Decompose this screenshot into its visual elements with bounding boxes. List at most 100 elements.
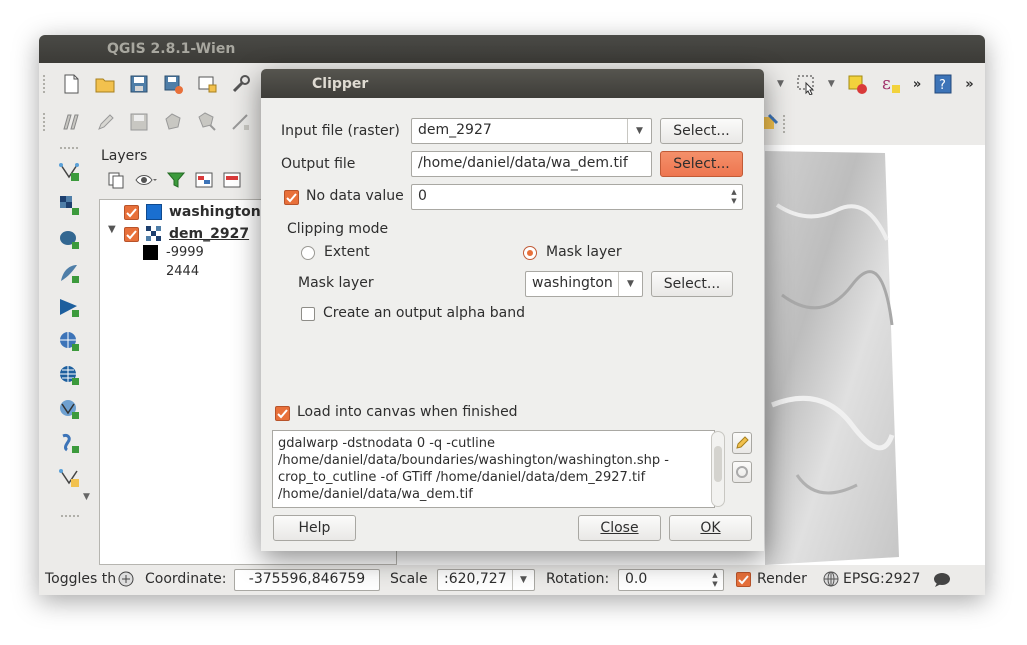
expand-arrow-icon[interactable]: ▼: [108, 224, 116, 235]
add-raster-layer-icon[interactable]: [57, 193, 81, 217]
add-spatialite-layer-icon[interactable]: [57, 261, 81, 285]
reset-command-button[interactable]: [732, 461, 752, 483]
add-vector-layer-icon[interactable]: [57, 159, 81, 183]
dropdown-arrow-icon[interactable]: ▼: [512, 570, 534, 590]
add-delimited-text-icon[interactable]: [57, 431, 81, 455]
legend-label: 2444: [166, 264, 200, 279]
save-project-icon[interactable]: [127, 72, 151, 96]
legend-color-swatch: [143, 245, 158, 260]
scale-label: Scale: [390, 571, 428, 587]
messages-icon[interactable]: [933, 572, 951, 588]
expression-select-icon[interactable]: ε: [879, 72, 903, 96]
scrollbar-thumb[interactable]: [714, 446, 722, 482]
dropdown-arrow-icon[interactable]: ▼: [83, 492, 90, 502]
output-file-field[interactable]: /home/daniel/data/wa_dem.tif: [411, 151, 652, 177]
mask-layer-combo[interactable]: washington ▼: [525, 271, 643, 297]
input-file-combo[interactable]: dem_2927 ▼: [411, 118, 652, 144]
composer-manager-icon[interactable]: [229, 72, 253, 96]
move-feature-icon[interactable]: [195, 110, 219, 134]
render-label: Render: [757, 571, 807, 587]
close-button[interactable]: Close: [578, 515, 661, 541]
manage-layers-toolbar: [47, 147, 91, 489]
mask-layer-radio-label: Mask layer: [546, 244, 622, 260]
digitizing-toolbar: [43, 109, 253, 135]
mask-select-button[interactable]: Select...: [651, 271, 733, 297]
open-layer-styling-icon[interactable]: [107, 171, 125, 189]
render-checkbox[interactable]: [736, 572, 751, 587]
add-feature-icon[interactable]: [161, 110, 185, 134]
digitize-icon[interactable]: [59, 110, 83, 134]
add-virtual-layer-icon[interactable]: [57, 465, 81, 489]
new-project-icon[interactable]: [59, 72, 83, 96]
layer-visibility-checkbox[interactable]: [124, 204, 139, 220]
nodata-label: No data value: [306, 188, 404, 204]
legend-item: -9999: [143, 245, 204, 260]
toolbar-overflow[interactable]: »: [913, 77, 921, 92]
layers-panel-toolbar: [107, 171, 241, 189]
layer-name: washington: [169, 204, 261, 220]
nodata-spinbox[interactable]: 0 ▲ ▼: [411, 184, 743, 210]
pencil-icon: [736, 436, 749, 449]
open-project-icon[interactable]: [93, 72, 117, 96]
add-postgis-layer-icon[interactable]: [57, 227, 81, 251]
layer-item-dem[interactable]: dem_2927: [124, 226, 249, 242]
rotation-field[interactable]: 0.0 ▲ ▼: [618, 569, 724, 591]
visibility-icon[interactable]: [135, 171, 157, 189]
toggle-edit-icon[interactable]: [93, 110, 117, 134]
whats-this-icon[interactable]: ?: [931, 72, 955, 96]
window-titlebar: QGIS 2.8.1-Wien: [39, 35, 985, 63]
load-canvas-checkbox[interactable]: [275, 406, 290, 421]
filter-icon[interactable]: [167, 171, 185, 189]
crs-button[interactable]: EPSG:2927: [843, 571, 920, 587]
alpha-band-checkbox[interactable]: [301, 307, 315, 321]
layer-item-washington[interactable]: washington: [124, 204, 261, 220]
expand-all-icon[interactable]: [195, 171, 213, 189]
command-text-area[interactable]: gdalwarp -dstnodata 0 -q -cutline /home/…: [272, 430, 715, 508]
help-button[interactable]: Help: [273, 515, 356, 541]
toolbar-grip[interactable]: [43, 113, 49, 131]
scale-value: :620,727: [444, 571, 507, 587]
spin-arrows-icon[interactable]: ▲ ▼: [726, 185, 742, 209]
toolbar-grip[interactable]: [60, 147, 78, 149]
selection-toolbar: ▼ ▼ ε » ? »: [777, 71, 974, 97]
layer-visibility-checkbox[interactable]: [124, 226, 139, 242]
coordinate-label: Coordinate:: [145, 571, 227, 587]
add-wms-layer-icon[interactable]: [57, 329, 81, 353]
dropdown-arrow-icon[interactable]: ▼: [618, 272, 642, 296]
coordinate-field[interactable]: -375596,846759: [234, 569, 380, 591]
legend-item: 2444: [143, 264, 199, 279]
toolbar-grip[interactable]: [783, 115, 789, 133]
command-scrollbar[interactable]: [711, 431, 725, 507]
legend-label: -9999: [166, 245, 204, 260]
clipping-mode-label: Clipping mode: [287, 221, 389, 237]
coordinate-toggle-icon[interactable]: [117, 570, 135, 588]
dropdown-arrow-icon[interactable]: ▼: [828, 79, 835, 89]
node-tool-icon[interactable]: [229, 110, 253, 134]
toolbar-grip[interactable]: [61, 515, 79, 517]
output-select-button[interactable]: Select...: [660, 151, 743, 177]
add-wcs-layer-icon[interactable]: [57, 363, 81, 387]
add-mssql-layer-icon[interactable]: [57, 295, 81, 319]
nodata-checkbox[interactable]: [284, 190, 299, 205]
scale-combo[interactable]: :620,727 ▼: [437, 569, 535, 591]
save-as-icon[interactable]: [161, 72, 185, 96]
crs-globe-icon[interactable]: [823, 571, 839, 587]
mask-layer-radio[interactable]: [523, 246, 537, 260]
status-bar: Toggles th Coordinate: -375596,846759 Sc…: [39, 565, 985, 595]
input-select-button[interactable]: Select...: [660, 118, 743, 144]
dropdown-arrow-icon[interactable]: ▼: [627, 119, 651, 143]
alpha-band-label: Create an output alpha band: [323, 305, 525, 321]
toolbar-grip[interactable]: [43, 75, 49, 93]
save-edits-icon[interactable]: [127, 110, 151, 134]
toolbar-overflow[interactable]: »: [965, 77, 973, 92]
edit-command-button[interactable]: [732, 432, 752, 454]
ok-button[interactable]: OK: [669, 515, 752, 541]
new-print-composer-icon[interactable]: [195, 72, 219, 96]
extent-radio[interactable]: [301, 246, 315, 260]
deselect-icon[interactable]: [845, 72, 869, 96]
select-features-icon[interactable]: [794, 72, 818, 96]
collapse-all-icon[interactable]: [223, 171, 241, 189]
add-wfs-layer-icon[interactable]: [57, 397, 81, 421]
spin-arrows-icon[interactable]: ▲ ▼: [707, 570, 723, 590]
dropdown-arrow-icon[interactable]: ▼: [777, 79, 784, 89]
